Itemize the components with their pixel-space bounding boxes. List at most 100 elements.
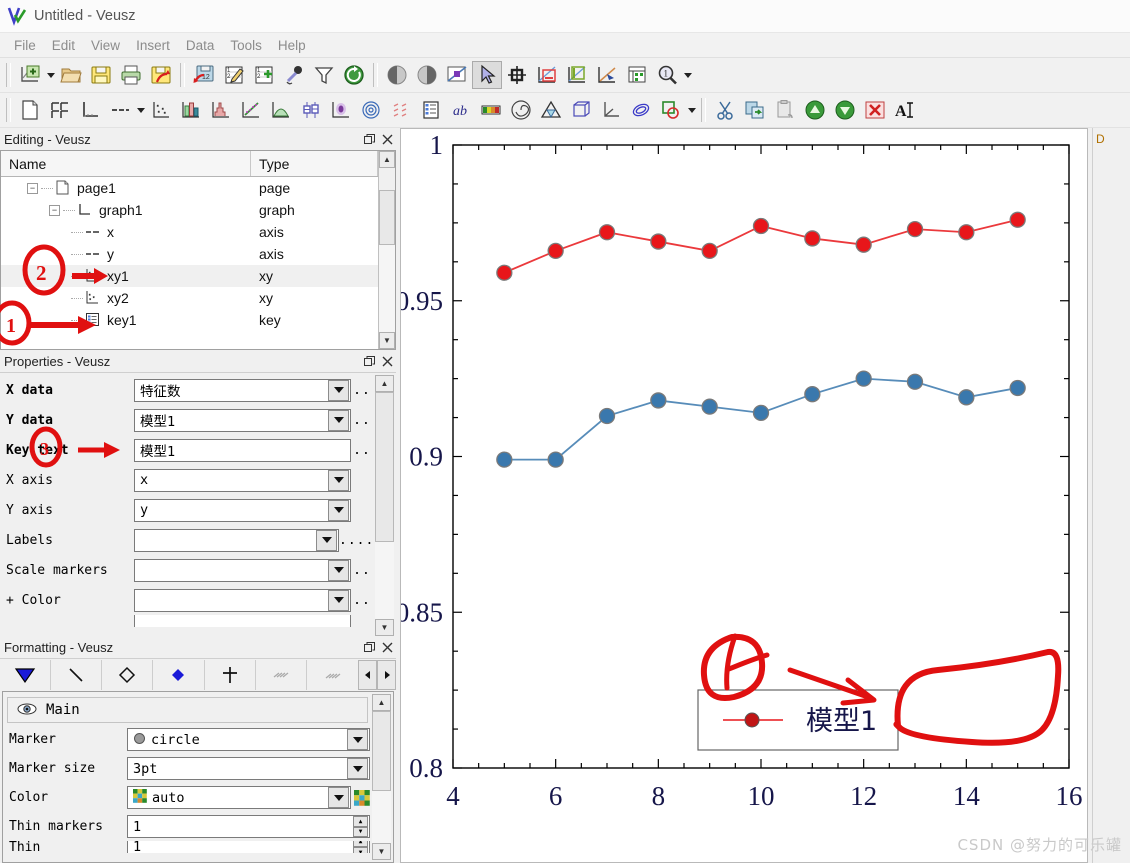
view-plot-icon[interactable]	[442, 61, 472, 89]
menu-view[interactable]: View	[83, 36, 128, 55]
formatting-section-main[interactable]: Main	[7, 697, 368, 723]
add-ternary-icon[interactable]	[536, 96, 566, 124]
formatting-scrollbar[interactable]: ▲ ▼	[372, 694, 391, 860]
scroll-thumb[interactable]	[375, 392, 394, 542]
close-icon[interactable]	[378, 130, 396, 148]
fill-above-tab-icon[interactable]	[307, 660, 358, 690]
move-up-icon[interactable]	[800, 96, 830, 124]
create-dataset-icon[interactable]: 1 2	[249, 61, 279, 89]
import-data-icon[interactable]: 12	[189, 61, 219, 89]
error-bar-tab-icon[interactable]	[205, 660, 256, 690]
add-function-icon[interactable]	[266, 96, 296, 124]
paste-icon[interactable]	[770, 96, 800, 124]
add-3daxis-icon[interactable]	[596, 96, 626, 124]
x-data-combo[interactable]: 特征数	[134, 378, 351, 402]
add-label-icon[interactable]: ab	[446, 96, 476, 124]
menu-file[interactable]: File	[6, 36, 44, 55]
add-axis-icon[interactable]	[105, 96, 135, 124]
scroll-down-icon[interactable]: ▼	[375, 619, 394, 636]
tree-row-graph1[interactable]: − graph1 graph	[1, 199, 378, 221]
scroll-up-icon[interactable]: ▲	[372, 694, 391, 711]
cut-icon[interactable]	[710, 96, 740, 124]
next-page-icon[interactable]	[412, 61, 442, 89]
move-down-icon[interactable]	[830, 96, 860, 124]
x-data-more-button[interactable]: ..	[351, 383, 373, 398]
print-icon[interactable]	[116, 61, 146, 89]
copy-icon[interactable]	[740, 96, 770, 124]
view-all-icon[interactable]	[622, 61, 652, 89]
new-document-dropdown-icon[interactable]	[45, 62, 56, 88]
add-axis-dropdown-icon[interactable]	[135, 97, 146, 123]
new-document-icon[interactable]	[15, 61, 45, 89]
labels-more-button[interactable]: ....	[339, 533, 373, 548]
tree-row-xy1[interactable]: xy1 xy	[1, 265, 378, 287]
tree-row-page1[interactable]: − page1 page	[1, 177, 378, 199]
prev-tab-icon[interactable]	[358, 660, 377, 690]
add-histogram-icon[interactable]	[206, 96, 236, 124]
add-key-icon[interactable]	[416, 96, 446, 124]
chevron-down-icon[interactable]	[328, 589, 349, 611]
color-swatch-button[interactable]	[354, 789, 370, 806]
chevron-down-icon[interactable]	[347, 758, 368, 779]
delete-icon[interactable]	[860, 96, 890, 124]
expander-icon[interactable]: −	[49, 204, 60, 216]
thin-markers-input[interactable]: 1 ▲ ▼	[127, 815, 370, 838]
float-icon[interactable]	[360, 130, 378, 148]
zoom-dropdown-icon[interactable]	[682, 62, 693, 88]
add-graph-icon[interactable]	[75, 96, 105, 124]
capture-data-icon[interactable]	[279, 61, 309, 89]
key-text-more-button[interactable]: ..	[351, 443, 373, 458]
zoom-axis-y-icon[interactable]	[562, 61, 592, 89]
add-grid-icon[interactable]	[45, 96, 75, 124]
chevron-down-icon[interactable]	[328, 469, 349, 491]
color-combo[interactable]	[134, 588, 351, 612]
zoom-graph-icon[interactable]	[502, 61, 532, 89]
chevron-down-icon[interactable]	[347, 729, 368, 750]
tree-row-x[interactable]: x axis	[1, 221, 378, 243]
scroll-up-icon[interactable]: ▲	[379, 151, 395, 168]
labels-combo[interactable]	[134, 528, 339, 552]
marker-combo[interactable]: circle	[127, 728, 370, 751]
rename-icon[interactable]: A	[890, 96, 920, 124]
scroll-thumb[interactable]	[379, 190, 395, 245]
color-more-button[interactable]: ..	[351, 593, 373, 608]
add-colorbar-icon[interactable]	[476, 96, 506, 124]
plot-line-tab-icon[interactable]	[0, 660, 52, 690]
expander-icon[interactable]: −	[27, 182, 38, 194]
fill-below-tab-icon[interactable]	[256, 660, 307, 690]
tree-row-xy2[interactable]: xy2 xy	[1, 287, 378, 309]
add-shape-icon[interactable]	[656, 96, 686, 124]
close-icon[interactable]	[378, 638, 396, 656]
chevron-down-icon[interactable]	[316, 529, 337, 551]
menu-edit[interactable]: Edit	[44, 36, 83, 55]
scroll-track[interactable]	[375, 542, 394, 619]
eye-icon[interactable]	[16, 702, 38, 719]
marker-border-tab-icon[interactable]	[102, 660, 154, 690]
scroll-down-icon[interactable]: ▼	[372, 843, 391, 860]
menu-tools[interactable]: Tools	[222, 36, 270, 55]
x-axis-combo[interactable]: x	[134, 468, 351, 492]
add-fit-icon[interactable]	[236, 96, 266, 124]
marker-fill-tab-icon[interactable]	[153, 660, 205, 690]
scroll-track[interactable]	[372, 791, 391, 843]
add-xy-icon[interactable]	[146, 96, 176, 124]
reload-data-icon[interactable]	[339, 61, 369, 89]
filter-data-icon[interactable]	[309, 61, 339, 89]
scroll-thumb[interactable]	[372, 711, 391, 791]
partial-combo[interactable]	[134, 615, 351, 627]
chevron-down-icon[interactable]	[328, 379, 349, 401]
thin-input[interactable]: 1 ▲ ▼	[127, 841, 370, 853]
add-image-icon[interactable]	[326, 96, 356, 124]
add-vectorfield-icon[interactable]	[386, 96, 416, 124]
close-icon[interactable]	[378, 352, 396, 370]
add-boxplot-icon[interactable]	[296, 96, 326, 124]
chevron-down-icon[interactable]	[328, 499, 349, 521]
float-icon[interactable]	[360, 638, 378, 656]
chevron-down-icon[interactable]	[328, 409, 349, 431]
spinner-buttons[interactable]: ▲ ▼	[353, 816, 368, 837]
y-data-combo[interactable]: 模型1	[134, 408, 351, 432]
save-document-icon[interactable]	[86, 61, 116, 89]
spinner-buttons[interactable]: ▲ ▼	[353, 841, 368, 853]
key-text-input[interactable]: 模型1	[134, 438, 351, 462]
add-page-icon[interactable]	[15, 96, 45, 124]
